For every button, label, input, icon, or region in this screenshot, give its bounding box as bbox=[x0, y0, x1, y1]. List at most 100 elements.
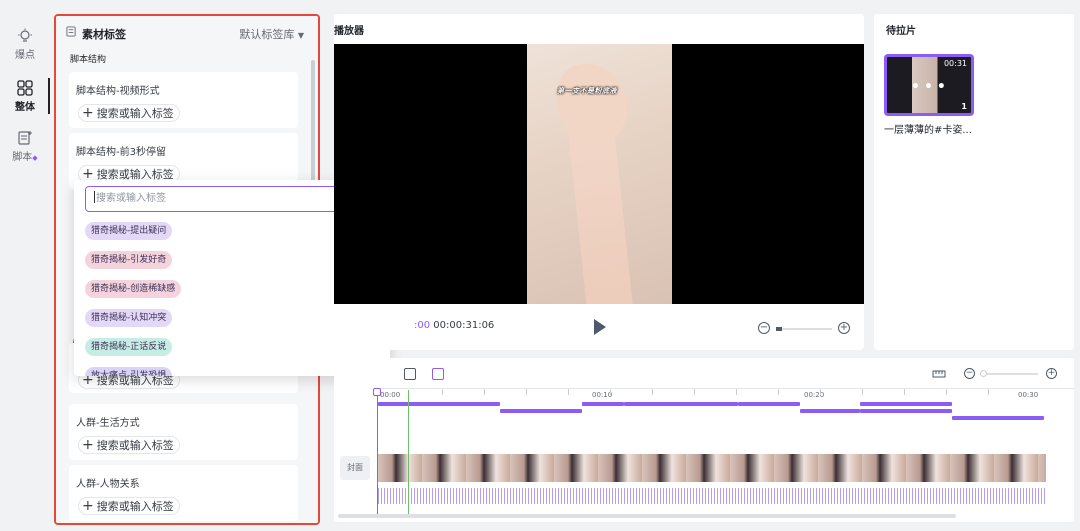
ruler-icon[interactable] bbox=[932, 368, 946, 380]
pending-video-thumbnail[interactable]: 00:31 ••• 1 bbox=[884, 54, 974, 116]
zoom-out-icon[interactable]: − bbox=[758, 322, 770, 334]
left-rail: 爆点 整体 脚本◆ bbox=[0, 0, 50, 531]
tag-book-icon bbox=[66, 26, 76, 37]
playhead[interactable] bbox=[377, 390, 378, 514]
segment-bar[interactable] bbox=[500, 409, 582, 413]
tag-option[interactable]: 放大痛点-引发恐惧 bbox=[85, 367, 173, 376]
total-time: 00:00:31:06 bbox=[433, 320, 495, 331]
hand-shape bbox=[557, 64, 627, 144]
segment-bar[interactable] bbox=[582, 402, 624, 406]
tick bbox=[820, 389, 821, 395]
player-title: 播放器 bbox=[334, 26, 364, 37]
video-viewport[interactable]: 第一支不是粉底液 bbox=[334, 44, 864, 304]
panel-scrollbar[interactable] bbox=[311, 60, 315, 188]
caret-down-icon: ▼ bbox=[297, 31, 304, 40]
tick bbox=[778, 389, 779, 395]
play-button[interactable] bbox=[594, 319, 606, 335]
tick bbox=[610, 389, 611, 395]
plus-icon: + bbox=[82, 498, 94, 514]
tick bbox=[694, 389, 695, 395]
add-tag-label: 搜索或输入标签 bbox=[96, 500, 174, 513]
timeline-zoom-handle[interactable] bbox=[980, 370, 987, 377]
text-caret bbox=[94, 191, 95, 203]
segment-bar[interactable] bbox=[738, 402, 800, 406]
timeline-zoom-control[interactable]: − + bbox=[964, 368, 1060, 382]
grid-icon bbox=[17, 80, 33, 96]
zoom-slider-handle[interactable] bbox=[776, 327, 782, 331]
time-display: :00 00:00:31:06 bbox=[414, 320, 494, 331]
tag-card: 人群-人物关系 + 搜索或输入标签 bbox=[69, 465, 298, 521]
tick bbox=[946, 389, 947, 395]
thumbnail-count: 1 bbox=[961, 102, 967, 111]
tag-card-name: 人群-生活方式 bbox=[76, 418, 140, 429]
timeline-scrollbar[interactable] bbox=[338, 514, 956, 518]
video-frame: 第一支不是粉底液 bbox=[527, 44, 672, 304]
zoom-in-icon[interactable]: + bbox=[838, 322, 850, 334]
library-selector[interactable]: 默认标签库 ▼ bbox=[239, 26, 304, 42]
tick bbox=[652, 389, 653, 395]
add-tag-label: 搜索或输入标签 bbox=[96, 107, 174, 120]
segment-bar[interactable] bbox=[952, 416, 1044, 420]
segment-bar[interactable] bbox=[860, 402, 952, 406]
rail-item-overall[interactable]: 整体 bbox=[0, 80, 50, 113]
panel-header: 素材标签 默认标签库 ▼ bbox=[64, 24, 304, 42]
cover-label[interactable]: 封面 bbox=[340, 456, 370, 480]
rail-item-script[interactable]: 脚本◆ bbox=[0, 130, 50, 163]
more-dots-icon[interactable]: ••• bbox=[911, 79, 950, 95]
tag-option[interactable]: 猎奇揭秘-引发好奇 bbox=[85, 251, 173, 269]
video-caption: 第一支不是粉底液 bbox=[557, 87, 617, 95]
tick-label: 00:20 bbox=[804, 391, 825, 399]
segment-bar[interactable] bbox=[624, 402, 738, 406]
player-zoom-control[interactable]: − + bbox=[758, 322, 850, 336]
section-title: 脚本结构 bbox=[70, 55, 107, 65]
add-tag-button[interactable]: + 搜索或输入标签 bbox=[78, 497, 180, 515]
tick bbox=[904, 389, 905, 395]
tag-card-name: 人群-人物关系 bbox=[76, 479, 140, 490]
rail-label-overall: 整体 bbox=[15, 102, 35, 113]
add-tag-button[interactable]: + 搜索或输入标签 bbox=[78, 104, 180, 122]
tag-option[interactable]: 猎奇揭秘-提出疑问 bbox=[85, 222, 173, 240]
pending-title: 待拉片 bbox=[886, 26, 916, 37]
rail-label-script: 脚本 bbox=[12, 152, 33, 163]
bulb-icon bbox=[18, 28, 32, 42]
playhead-handle[interactable] bbox=[373, 388, 381, 396]
rail-active-indicator bbox=[48, 78, 50, 114]
audio-waveform[interactable] bbox=[378, 488, 1046, 504]
timeline-zoom-out-icon[interactable]: − bbox=[964, 368, 975, 379]
segment-bar[interactable] bbox=[378, 402, 500, 406]
timeline-zoom-in-icon[interactable]: + bbox=[1046, 368, 1057, 379]
zoom-slider[interactable] bbox=[778, 328, 832, 330]
tick-label: 00:00 bbox=[380, 391, 401, 399]
tick bbox=[736, 389, 737, 395]
tick bbox=[862, 389, 863, 395]
panel-title: 素材标签 bbox=[82, 28, 126, 41]
pending-panel: 待拉片 00:31 ••• 1 一层薄薄的#卡姿... bbox=[874, 14, 1074, 350]
thumbnail-duration: 00:31 bbox=[943, 59, 967, 68]
rail-item-hotspot[interactable]: 爆点 bbox=[0, 28, 50, 61]
tag-card-name: 脚本结构-前3秒停留 bbox=[76, 147, 166, 158]
diamond-icon: ◆ bbox=[32, 154, 38, 162]
tick bbox=[568, 389, 569, 395]
add-marker-icon[interactable] bbox=[404, 368, 416, 380]
tag-option[interactable]: 猎奇揭秘-认知冲突 bbox=[85, 309, 173, 327]
timeline-panel: − + 00:00 00:10 00:20 00:30 封面 bbox=[334, 358, 1074, 522]
segment-bar[interactable] bbox=[860, 409, 952, 413]
time-ruler[interactable]: 00:00 00:10 00:20 00:30 bbox=[374, 388, 1074, 402]
tag-card: 脚本结构-视频形式 + 搜索或输入标签 bbox=[69, 72, 298, 128]
script-icon bbox=[18, 131, 32, 145]
tag-search-placeholder: 搜索或输入标签 bbox=[96, 193, 166, 204]
timeline-zoom-slider[interactable] bbox=[982, 373, 1038, 375]
segment-bar[interactable] bbox=[800, 409, 860, 413]
rail-label-hotspot: 爆点 bbox=[15, 50, 35, 61]
add-tag-button[interactable]: + 搜索或输入标签 bbox=[78, 436, 180, 454]
library-selector-label: 默认标签库 bbox=[239, 28, 295, 41]
plus-icon: + bbox=[82, 105, 94, 121]
add-tag-label: 搜索或输入标签 bbox=[96, 439, 174, 452]
tick bbox=[526, 389, 527, 395]
tag-option[interactable]: 猎奇揭秘-正话反说 bbox=[85, 338, 173, 356]
hover-cursor-line bbox=[408, 390, 409, 514]
tag-option[interactable]: 猎奇揭秘-创造稀缺感 bbox=[85, 280, 182, 298]
plus-icon: + bbox=[82, 437, 94, 453]
video-filmstrip[interactable] bbox=[378, 454, 1046, 482]
ai-marker-icon[interactable] bbox=[432, 368, 444, 380]
